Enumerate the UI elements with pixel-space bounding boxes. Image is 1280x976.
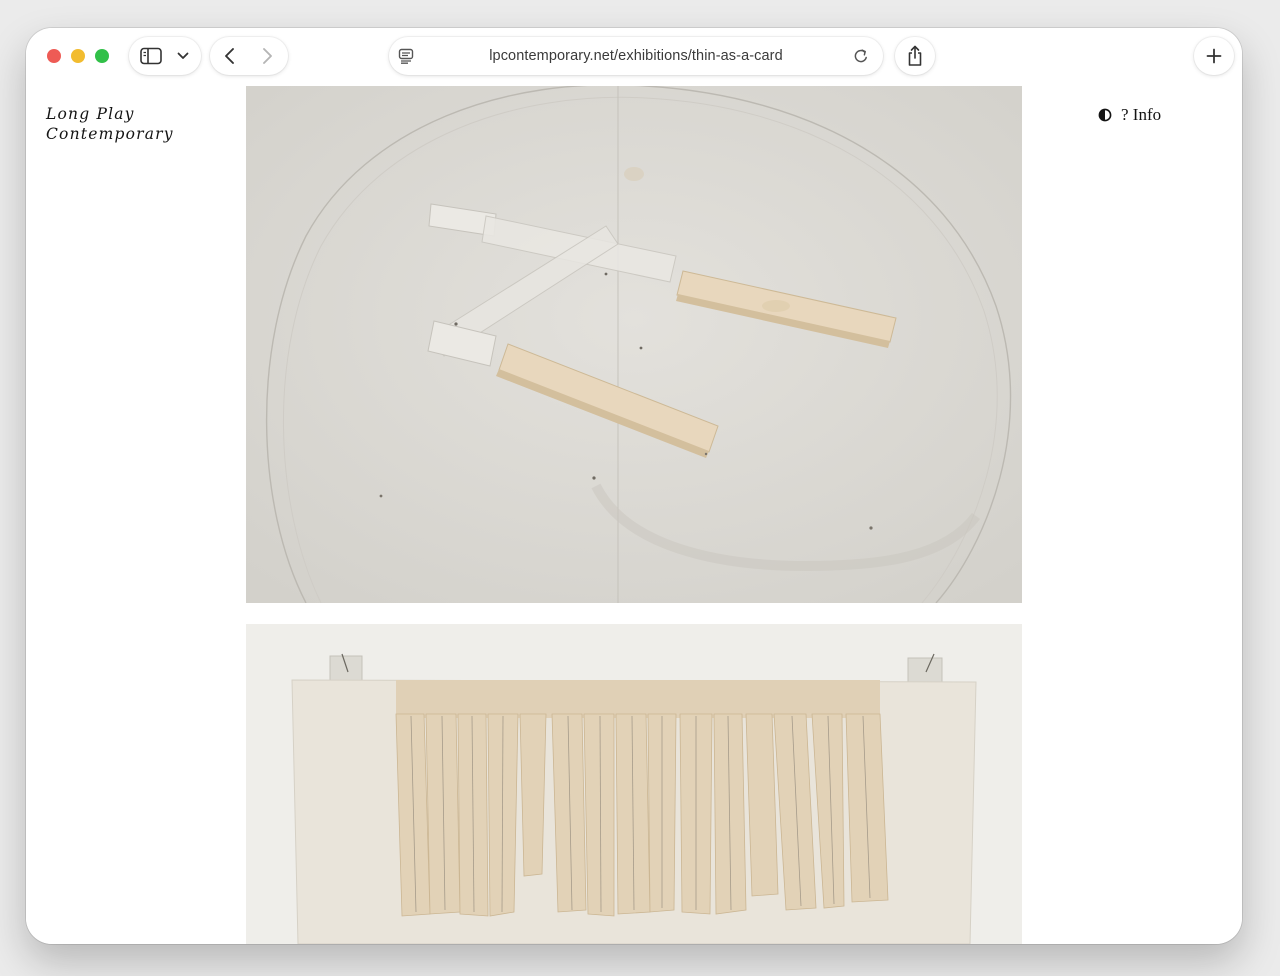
- url-text[interactable]: lpcontemporary.net/exhibitions/thin-as-a…: [489, 48, 783, 64]
- plus-icon: [1206, 48, 1222, 64]
- site-title-line1: Long Play: [46, 105, 135, 123]
- new-tab-button[interactable]: [1194, 37, 1234, 75]
- close-window-button[interactable]: [47, 49, 61, 63]
- browser-window: lpcontemporary.net/exhibitions/thin-as-a…: [26, 28, 1242, 944]
- share-button[interactable]: [895, 37, 935, 75]
- reload-icon[interactable]: [852, 47, 870, 70]
- navigation-group: [210, 37, 288, 75]
- chevron-down-icon[interactable]: [177, 52, 189, 60]
- half-circle-icon: [1098, 108, 1112, 122]
- artwork-felt-strips-on-paper: [246, 86, 1022, 603]
- address-bar[interactable]: lpcontemporary.net/exhibitions/thin-as-a…: [389, 37, 883, 75]
- page-content: Long Play Contemporary ? Info: [26, 86, 1242, 944]
- site-title-line2: Contemporary: [46, 125, 174, 143]
- info-label: ? Info: [1121, 105, 1162, 124]
- browser-toolbar: lpcontemporary.net/exhibitions/thin-as-a…: [26, 28, 1242, 86]
- share-icon: [906, 45, 924, 67]
- site-title-link[interactable]: Long Play Contemporary: [46, 104, 174, 144]
- back-arrow-icon[interactable]: [223, 47, 237, 65]
- forward-arrow-icon[interactable]: [260, 47, 274, 65]
- sidebar-toggle-group: [129, 37, 201, 75]
- zoom-window-button[interactable]: [95, 49, 109, 63]
- minimize-window-button[interactable]: [71, 49, 85, 63]
- sidebar-icon[interactable]: [140, 47, 162, 65]
- artwork-fringed-felt-on-paper: [246, 624, 1022, 944]
- artwork-image-1[interactable]: [246, 86, 1022, 603]
- info-link[interactable]: ? Info: [1098, 105, 1161, 125]
- page-menu-icon[interactable]: [398, 48, 414, 69]
- artwork-image-2[interactable]: [246, 624, 1022, 944]
